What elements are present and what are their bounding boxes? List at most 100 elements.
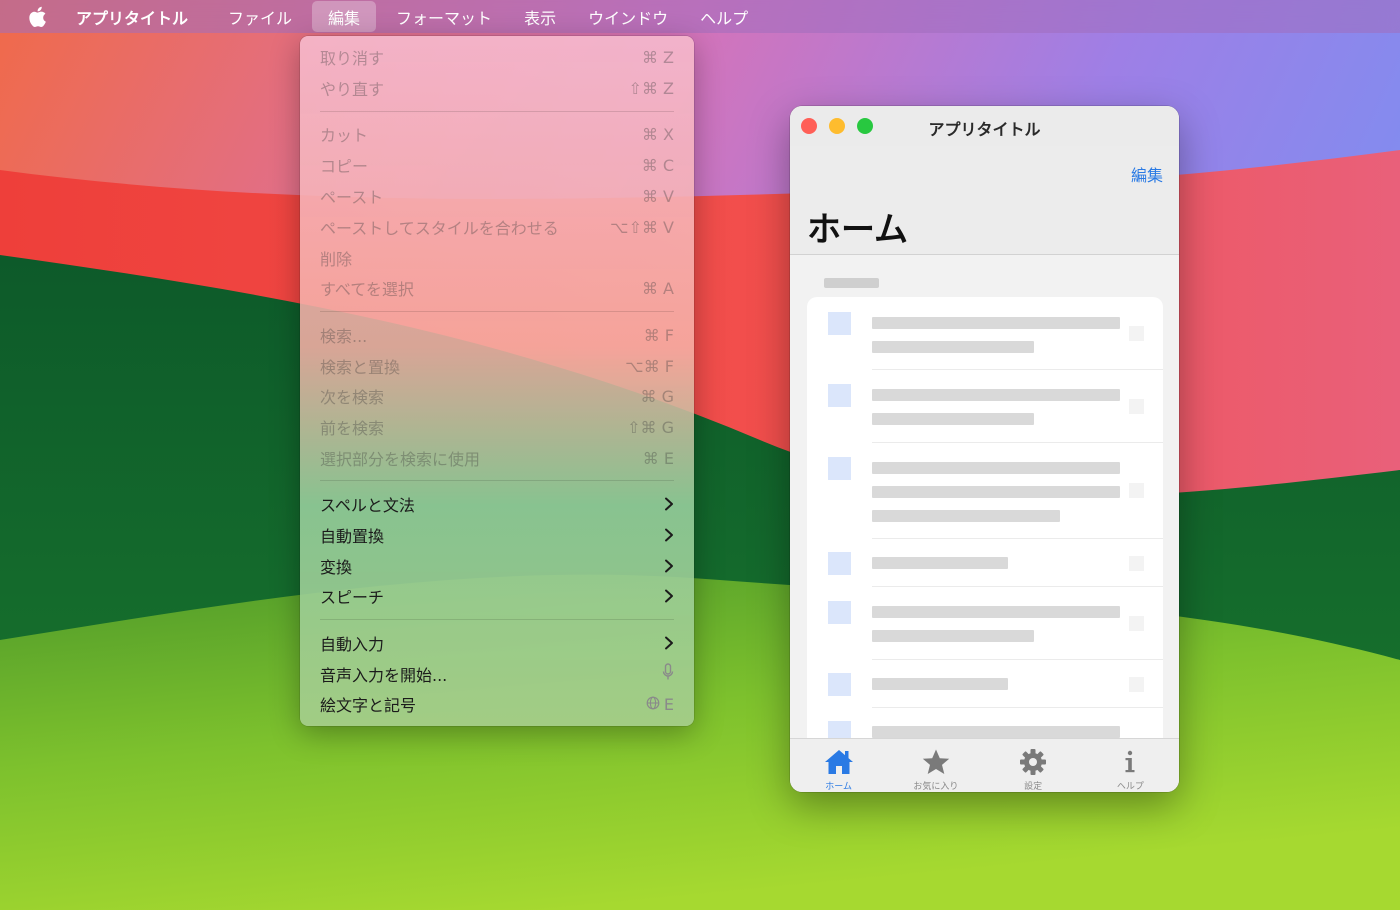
item-thumbnail-placeholder xyxy=(828,721,851,738)
menu-item-shortcut: ⌥⌘ F xyxy=(625,356,674,376)
edit-menu-dropdown: 取り消す ⌘ Z やり直す ⇧⌘ Z カット ⌘ X コピー ⌘ C ペースト … xyxy=(300,36,694,726)
item-thumbnail-placeholder xyxy=(828,673,851,696)
menu-item-redo[interactable]: やり直す ⇧⌘ Z xyxy=(300,73,694,103)
list-content[interactable] xyxy=(790,255,1179,738)
tab-label: ヘルプ xyxy=(1116,782,1144,792)
menu-item-label: 絵文字と記号 xyxy=(320,696,417,715)
text-placeholder xyxy=(872,630,1034,642)
tab-settings[interactable]: 設定 xyxy=(985,739,1082,792)
menu-item-shortcut: ⇧⌘ Z xyxy=(628,78,674,98)
menu-item-find-replace[interactable]: 検索と置換 ⌥⌘ F xyxy=(300,351,694,381)
text-placeholder xyxy=(872,606,1120,618)
menu-item-label: 取り消す xyxy=(320,49,385,68)
accessory-placeholder xyxy=(1129,616,1144,631)
menu-window[interactable]: ウインドウ xyxy=(572,0,684,33)
menu-item-shortcut: ⌘ G xyxy=(640,386,674,406)
menu-item-use-selection-for-find[interactable]: 選択部分を検索に使用 ⌘ E xyxy=(300,443,694,473)
info-icon xyxy=(1122,747,1138,777)
menu-item-label: 選択部分を検索に使用 xyxy=(320,450,481,469)
menu-item-paste[interactable]: ペースト ⌘ V xyxy=(300,181,694,211)
menu-item-label: 自動置換 xyxy=(320,527,385,546)
list-item[interactable] xyxy=(807,660,1163,708)
menu-item-undo[interactable]: 取り消す ⌘ Z xyxy=(300,42,694,72)
page-title: ホーム xyxy=(807,210,908,250)
menu-item-shortcut: ⇧⌘ G xyxy=(627,417,674,437)
menu-item-label: 自動入力 xyxy=(320,635,385,654)
menu-item-shortcut: ⌘ V xyxy=(641,186,674,206)
list-item[interactable] xyxy=(807,370,1163,443)
list-item[interactable] xyxy=(807,708,1163,738)
menu-edit[interactable]: 編集 xyxy=(312,1,377,32)
item-thumbnail-placeholder xyxy=(828,312,851,335)
menu-item-shortcut: ⌘ C xyxy=(641,155,674,175)
menu-item-emoji-symbols[interactable]: 絵文字と記号 E xyxy=(300,689,694,719)
menu-item-label: スピーチ xyxy=(320,588,385,607)
tab-label: ホーム xyxy=(825,782,852,792)
list-item[interactable] xyxy=(807,539,1163,587)
menu-item-paste-match-style[interactable]: ペーストしてスタイルを合わせる ⌥⇧⌘ V xyxy=(300,212,694,242)
chevron-right-icon xyxy=(664,528,674,542)
menu-format[interactable]: フォーマット xyxy=(380,0,508,33)
item-thumbnail-placeholder xyxy=(828,384,851,407)
text-placeholder xyxy=(872,510,1060,522)
tab-favorites[interactable]: お気に入り xyxy=(887,739,984,792)
menu-separator xyxy=(320,480,674,481)
star-icon xyxy=(921,747,951,777)
menu-bar: アプリタイトル ファイル 編集 フォーマット 表示 ウインドウ ヘルプ xyxy=(0,0,1400,33)
menu-file[interactable]: ファイル xyxy=(212,0,308,33)
text-placeholder xyxy=(872,341,1034,353)
edit-button[interactable]: 編集 xyxy=(1131,162,1163,186)
menu-item-speech[interactable]: スピーチ xyxy=(300,581,694,611)
menu-item-find-next[interactable]: 次を検索 ⌘ G xyxy=(300,381,694,411)
menu-item-autofill[interactable]: 自動入力 xyxy=(300,628,694,658)
text-placeholder xyxy=(872,678,1008,690)
app-window: アプリタイトル 編集 ホーム ホーム お気に入り 設定 ヘルプ xyxy=(790,106,1179,792)
menu-item-copy[interactable]: コピー ⌘ C xyxy=(300,150,694,180)
menu-separator xyxy=(320,619,674,620)
house-icon xyxy=(823,747,855,777)
item-thumbnail-placeholder xyxy=(828,601,851,624)
menu-item-label: すべてを選択 xyxy=(320,280,414,299)
menu-separator xyxy=(320,111,674,112)
menu-item-transformations[interactable]: 変換 xyxy=(300,551,694,581)
tab-home[interactable]: ホーム xyxy=(790,739,887,792)
menu-item-spelling-grammar[interactable]: スペルと文法 xyxy=(300,489,694,519)
list-card xyxy=(807,297,1163,738)
text-placeholder xyxy=(872,462,1120,474)
menu-item-label: ペーストしてスタイルを合わせる xyxy=(320,219,559,238)
menu-separator xyxy=(320,311,674,312)
text-placeholder xyxy=(872,389,1120,401)
title-bar[interactable]: アプリタイトル xyxy=(790,106,1179,146)
chevron-right-icon xyxy=(664,559,674,573)
menu-item-cut[interactable]: カット ⌘ X xyxy=(300,119,694,149)
menu-item-find[interactable]: 検索... ⌘ F xyxy=(300,320,694,350)
accessory-placeholder xyxy=(1129,483,1144,498)
menu-item-label: 検索と置換 xyxy=(320,358,401,377)
menu-item-delete[interactable]: 削除 xyxy=(300,243,694,273)
desktop: アプリタイトル ファイル 編集 フォーマット 表示 ウインドウ ヘルプ 取り消す… xyxy=(0,0,1400,910)
desktop-wallpaper xyxy=(0,0,1400,910)
item-thumbnail-placeholder xyxy=(828,552,851,575)
menu-item-label: 前を検索 xyxy=(320,419,385,438)
menu-help[interactable]: ヘルプ xyxy=(684,0,764,33)
list-item[interactable] xyxy=(807,443,1163,539)
menu-item-find-previous[interactable]: 前を検索 ⇧⌘ G xyxy=(300,412,694,442)
menu-view[interactable]: 表示 xyxy=(508,0,572,33)
list-item[interactable] xyxy=(807,587,1163,660)
chevron-right-icon xyxy=(664,497,674,511)
tab-help[interactable]: ヘルプ xyxy=(1082,739,1179,792)
menu-item-select-all[interactable]: すべてを選択 ⌘ A xyxy=(300,273,694,303)
list-item[interactable] xyxy=(807,297,1163,370)
menu-item-substitutions[interactable]: 自動置換 xyxy=(300,520,694,550)
apple-menu-icon[interactable] xyxy=(0,0,76,33)
menu-app-name[interactable]: アプリタイトル xyxy=(76,0,212,33)
item-thumbnail-placeholder xyxy=(828,457,851,480)
accessory-placeholder xyxy=(1129,556,1144,571)
menu-item-shortcut: ⌥⇧⌘ V xyxy=(610,217,674,237)
window-title: アプリタイトル xyxy=(928,120,1041,139)
menu-item-label: コピー xyxy=(320,157,369,176)
menu-item-label: ペースト xyxy=(320,188,384,207)
menu-item-shortcut: ⌘ X xyxy=(641,124,674,144)
menu-item-start-dictation[interactable]: 音声入力を開始... xyxy=(300,659,694,689)
text-placeholder xyxy=(872,317,1120,329)
